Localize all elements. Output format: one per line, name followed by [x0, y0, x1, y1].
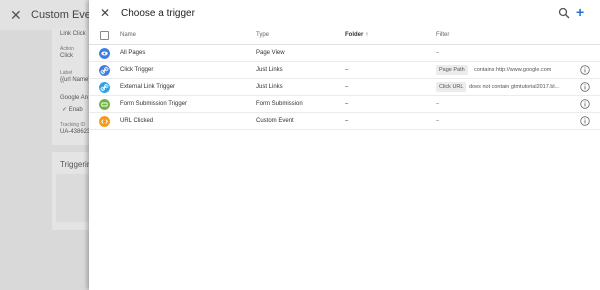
header-folder[interactable]: Folder ↑	[345, 32, 368, 38]
filter-variable-chip: Click URL	[436, 82, 467, 92]
background-field-value: {{url Name}}	[60, 77, 93, 83]
info-icon[interactable]	[580, 116, 590, 126]
panel-title: Choose a trigger	[121, 8, 195, 19]
background-field-label: Tracking ID	[60, 122, 86, 128]
filter-text: –	[436, 50, 440, 56]
sort-up-icon: ↑	[365, 32, 369, 38]
close-icon[interactable]: ✕	[98, 6, 112, 20]
background-field-value: ✓ Enab	[62, 107, 83, 113]
check-icon: ✓	[62, 107, 68, 113]
plus-icon[interactable]: +	[576, 4, 584, 20]
table-row[interactable]: Click Trigger Just Links – Page Path con…	[89, 62, 600, 79]
choose-trigger-panel: ✕ Choose a trigger + Name Type Folder ↑ F…	[89, 0, 600, 290]
info-icon[interactable]	[580, 65, 590, 75]
filter-text: contains http://www.google.com	[474, 67, 552, 73]
form-icon	[99, 99, 110, 110]
trigger-folder: –	[345, 101, 349, 107]
trigger-type: Page View	[256, 50, 285, 56]
trigger-folder: –	[345, 67, 349, 73]
background-field-value: UA-438623	[60, 129, 91, 135]
info-icon[interactable]	[580, 99, 590, 109]
link-icon	[99, 65, 110, 76]
eye-icon	[99, 48, 110, 59]
trigger-name: URL Clicked	[120, 118, 154, 124]
table-row[interactable]: All Pages Page View –	[89, 45, 600, 62]
info-icon[interactable]	[580, 82, 590, 92]
filter-text: –	[436, 118, 440, 124]
background-field-label: Label	[60, 70, 73, 76]
filter-text: –	[436, 101, 440, 107]
header-filter[interactable]: Filter	[436, 32, 449, 38]
search-icon[interactable]	[558, 7, 570, 19]
trigger-folder: –	[345, 118, 349, 124]
background-field-label: Link Click	[60, 31, 86, 37]
background-field-value: Click	[60, 53, 73, 59]
trigger-type: Just Links	[256, 84, 283, 90]
select-all-checkbox[interactable]	[100, 31, 109, 40]
background-triggering-title: Triggerin	[60, 160, 92, 169]
code-icon	[99, 116, 110, 127]
header-type[interactable]: Type	[256, 32, 269, 38]
table-row[interactable]: Form Submission Trigger Form Submission …	[89, 96, 600, 113]
filter-variable-chip: Page Path	[436, 65, 468, 75]
table-row[interactable]: URL Clicked Custom Event – –	[89, 113, 600, 130]
trigger-type: Just Links	[256, 67, 283, 73]
filter-text: does not contain gtmtutorial2017.bl...	[469, 84, 560, 90]
trigger-name: Click Trigger	[120, 67, 154, 73]
trigger-name: External Link Trigger	[120, 84, 176, 90]
header-name[interactable]: Name	[120, 32, 136, 38]
background-field-label: Action	[60, 46, 74, 52]
trigger-type: Form Submission	[256, 101, 303, 107]
background-field-label: Google An	[60, 95, 89, 101]
table-header: Name Type Folder ↑ Filter	[89, 28, 600, 45]
trigger-name: All Pages	[120, 50, 146, 56]
trigger-name: Form Submission Trigger	[120, 101, 188, 107]
link-icon	[99, 82, 110, 93]
table-row[interactable]: External Link Trigger Just Links – Click…	[89, 79, 600, 96]
trigger-type: Custom Event	[256, 118, 294, 124]
trigger-folder: –	[345, 84, 349, 90]
background-close-icon[interactable]: ✕	[10, 7, 22, 24]
